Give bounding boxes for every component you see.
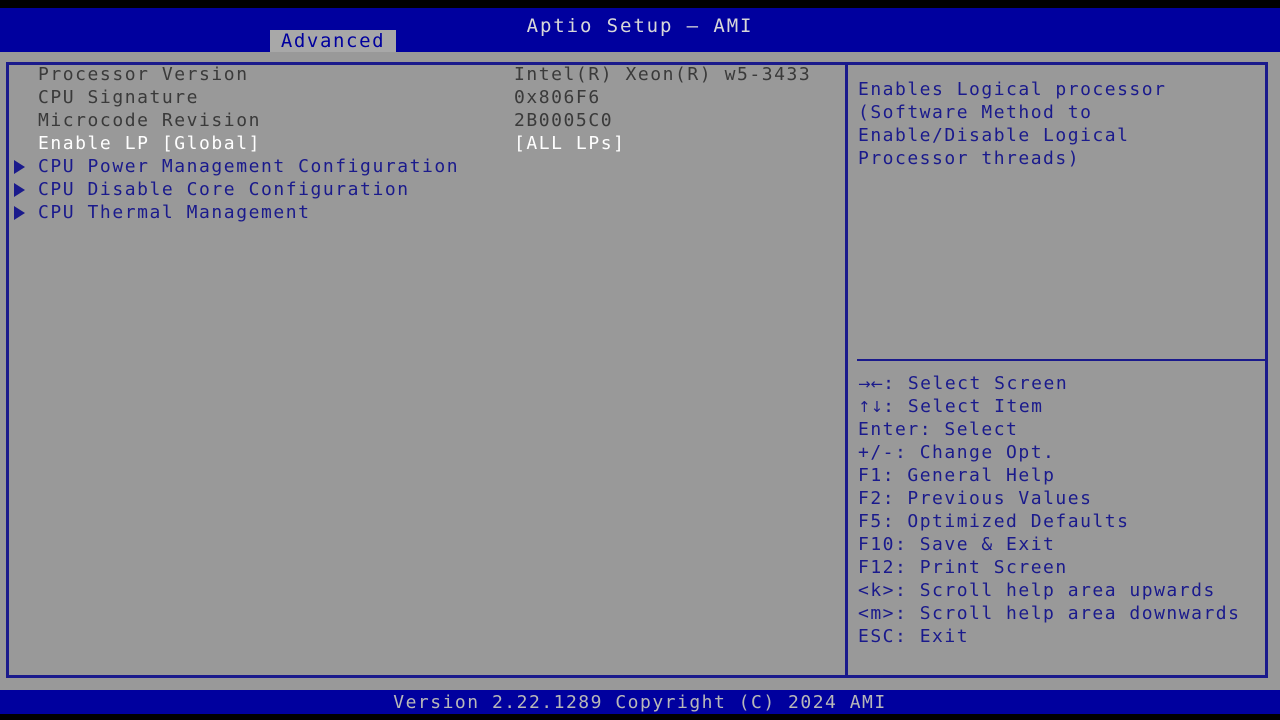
legend-item: +/-: Change Opt. bbox=[858, 441, 1266, 464]
top-black-bar bbox=[0, 0, 1280, 8]
option-value: 2B0005C0 bbox=[514, 110, 614, 131]
footer-bar: Version 2.22.1289 Copyright (C) 2024 AMI bbox=[0, 690, 1280, 714]
option-row[interactable]: Processor Version Intel(R) Xeon(R) w5-343… bbox=[8, 64, 844, 87]
legend-action: : Select Item bbox=[883, 396, 1044, 417]
help-text: Enables Logical processor (Software Meth… bbox=[858, 79, 1167, 169]
legend-item: Enter: Select bbox=[858, 418, 1266, 441]
options-list: Processor Version Intel(R) Xeon(R) w5-343… bbox=[8, 64, 844, 676]
option-label: Processor Version bbox=[38, 64, 249, 85]
help-divider bbox=[857, 359, 1267, 361]
body-area: Processor Version Intel(R) Xeon(R) w5-343… bbox=[0, 52, 1280, 690]
legend-key: <m> bbox=[858, 603, 896, 624]
legend-action: : Scroll help area upwards bbox=[895, 580, 1216, 601]
option-row[interactable]: CPU Signature 0x806F6 bbox=[8, 87, 844, 110]
legend-action: : Optimized Defaults bbox=[882, 511, 1130, 532]
legend-action: : General Help bbox=[882, 465, 1056, 486]
submenu-arrow-icon bbox=[14, 206, 25, 220]
legend-action: : Select bbox=[919, 419, 1019, 440]
legend-key: F2 bbox=[858, 488, 883, 509]
legend-item: <m>: Scroll help area downwards bbox=[858, 602, 1266, 625]
bottom-black-bar bbox=[0, 714, 1280, 720]
option-label: Enable LP [Global] bbox=[38, 133, 261, 154]
legend-action: : Print Screen bbox=[895, 557, 1068, 578]
legend-action: : Previous Values bbox=[882, 488, 1093, 509]
option-row[interactable]: Enable LP [Global] [ALL LPs] bbox=[8, 133, 844, 156]
legend-item: →←: Select Screen bbox=[858, 372, 1266, 395]
option-value: Intel(R) Xeon(R) w5-3433 bbox=[514, 64, 812, 85]
legend-item: F12: Print Screen bbox=[858, 556, 1266, 579]
legend-item: F1: General Help bbox=[858, 464, 1266, 487]
page-title: Aptio Setup – AMI bbox=[526, 15, 754, 37]
legend-key: +/- bbox=[858, 442, 896, 463]
legend-key: →← bbox=[858, 375, 884, 393]
option-row[interactable]: CPU Disable Core Configuration bbox=[8, 179, 844, 202]
legend-key: ESC bbox=[858, 626, 896, 647]
legend-action: : Exit bbox=[895, 626, 970, 647]
legend-key: F5 bbox=[858, 511, 883, 532]
option-label: Microcode Revision bbox=[38, 110, 261, 131]
submenu-arrow-icon bbox=[14, 160, 25, 174]
option-row[interactable]: CPU Power Management Configuration bbox=[8, 156, 844, 179]
legend-action: : Save & Exit bbox=[895, 534, 1056, 555]
legend-key: <k> bbox=[858, 580, 896, 601]
option-row[interactable]: Microcode Revision 2B0005C0 bbox=[8, 110, 844, 133]
option-value: 0x806F6 bbox=[514, 87, 601, 108]
legend-action: : Select Screen bbox=[883, 373, 1069, 394]
version-text: Version 2.22.1289 Copyright (C) 2024 AMI bbox=[393, 692, 887, 713]
help-pane: Enables Logical processor (Software Meth… bbox=[855, 64, 1267, 676]
legend-item: <k>: Scroll help area upwards bbox=[858, 579, 1266, 602]
option-label: CPU Disable Core Configuration bbox=[38, 179, 410, 200]
bios-setup-screen: Aptio Setup – AMI Advanced Processor Ver… bbox=[0, 0, 1280, 720]
option-value[interactable]: [ALL LPs] bbox=[514, 133, 625, 154]
pane-divider bbox=[845, 62, 848, 678]
option-label: CPU Signature bbox=[38, 87, 200, 108]
submenu-arrow-icon bbox=[14, 183, 25, 197]
legend-key: ↑↓ bbox=[858, 398, 884, 416]
legend-item: F5: Optimized Defaults bbox=[858, 510, 1266, 533]
legend-action: : Change Opt. bbox=[895, 442, 1056, 463]
option-row[interactable]: CPU Thermal Management bbox=[8, 202, 844, 225]
legend-key: Enter bbox=[858, 419, 920, 440]
legend-item: ESC: Exit bbox=[858, 625, 1266, 648]
legend-item: ↑↓: Select Item bbox=[858, 395, 1266, 418]
legend-item: F10: Save & Exit bbox=[858, 533, 1266, 556]
tab-advanced[interactable]: Advanced bbox=[270, 30, 396, 52]
legend-key: F1 bbox=[858, 465, 883, 486]
legend-action: : Scroll help area downwards bbox=[895, 603, 1241, 624]
option-label: CPU Power Management Configuration bbox=[38, 156, 460, 177]
option-label: CPU Thermal Management bbox=[38, 202, 311, 223]
title-bar: Aptio Setup – AMI bbox=[0, 8, 1280, 52]
legend-key: F10 bbox=[858, 534, 896, 555]
legend-key: F12 bbox=[858, 557, 896, 578]
legend-item: F2: Previous Values bbox=[858, 487, 1266, 510]
key-legend: →←: Select Screen ↑↓: Select Item Enter: S… bbox=[858, 372, 1266, 648]
